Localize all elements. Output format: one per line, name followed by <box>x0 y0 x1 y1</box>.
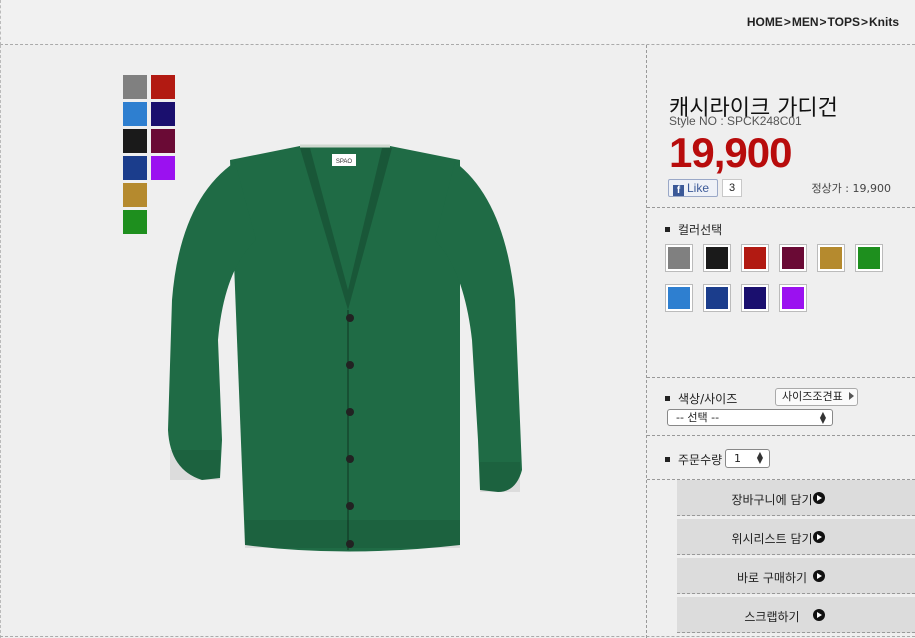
thumb-red[interactable] <box>151 75 175 99</box>
swatch-fill <box>744 247 766 269</box>
purchase-panel: 캐시라이크 가디건 Style NO : SPCK248C01 19,900 f… <box>647 45 915 638</box>
like-label: Like <box>687 181 710 195</box>
arrow-circle-icon <box>813 609 825 621</box>
thumb-navy[interactable] <box>151 102 175 126</box>
add-to-cart-label: 장바구니에 담기 <box>731 493 813 507</box>
swatch-navy[interactable] <box>741 284 769 312</box>
quantity-value: 1 <box>734 452 741 465</box>
arrow-right-icon <box>848 392 854 400</box>
updown-arrows-icon: ▲ ▼ <box>756 450 763 465</box>
swatch-mustard[interactable] <box>817 244 845 272</box>
breadcrumb: HOME>MEN>TOPS>Knits <box>747 15 899 29</box>
thumb-sky-blue[interactable] <box>123 102 147 126</box>
bullet-icon <box>665 396 670 401</box>
divider <box>647 435 915 436</box>
size-guide-label: 사이즈조견표 <box>782 390 843 403</box>
swatch-fill <box>706 247 728 269</box>
arrow-circle-icon <box>813 531 825 543</box>
select-value: -- 선택 -- <box>676 411 720 424</box>
swatch-green[interactable] <box>855 244 883 272</box>
like-count: 3 <box>722 179 742 197</box>
swatch-fill <box>668 247 690 269</box>
breadcrumb-knits[interactable]: Knits <box>869 15 899 29</box>
color-select-heading: 컬러선택 <box>665 221 722 238</box>
svg-text:SPAO: SPAO <box>336 159 353 165</box>
divider <box>647 377 915 378</box>
style-number: Style NO : SPCK248C01 <box>669 114 802 128</box>
color-size-select[interactable]: -- 선택 -- ▲ ▼ <box>667 409 833 426</box>
thumb-green[interactable] <box>123 210 147 234</box>
arrow-circle-icon <box>813 570 825 582</box>
swatch-blue[interactable] <box>703 284 731 312</box>
swatch-fill <box>668 287 690 309</box>
color-size-heading: 색상/사이즈 <box>665 390 737 407</box>
breadcrumb-separator: > <box>860 15 868 29</box>
breadcrumb-men[interactable]: MEN <box>792 15 819 29</box>
bullet-icon <box>665 457 670 462</box>
quantity-heading: 주문수량 <box>665 451 722 468</box>
divider <box>647 207 915 208</box>
color-size-label: 색상/사이즈 <box>678 392 738 406</box>
color-select-label: 컬러선택 <box>678 223 723 237</box>
swatch-fill <box>858 247 880 269</box>
breadcrumb-tops[interactable]: TOPS <box>828 15 860 29</box>
product-image: SPAO <box>168 144 522 552</box>
buy-now-button[interactable]: 바로 구매하기 <box>677 558 915 594</box>
swatch-red[interactable] <box>741 244 769 272</box>
add-to-wishlist-button[interactable]: 위시리스트 담기 <box>677 519 915 555</box>
breadcrumb-separator: > <box>819 15 827 29</box>
swatch-sky-blue[interactable] <box>665 284 693 312</box>
swatch-wine[interactable] <box>779 244 807 272</box>
swatch-black[interactable] <box>703 244 731 272</box>
swatch-purple[interactable] <box>779 284 807 312</box>
swatch-fill <box>706 287 728 309</box>
thumb-black[interactable] <box>123 129 147 153</box>
scrap-label: 스크랩하기 <box>744 610 800 624</box>
size-guide-button[interactable]: 사이즈조견표 <box>775 388 858 406</box>
breadcrumb-separator: > <box>783 15 791 29</box>
breadcrumb-home[interactable]: HOME <box>747 15 783 29</box>
facebook-icon: f <box>673 185 684 196</box>
swatch-fill <box>782 287 804 309</box>
thumb-blue[interactable] <box>123 156 147 180</box>
add-to-cart-button[interactable]: 장바구니에 담기 <box>677 480 915 516</box>
thumb-mustard[interactable] <box>123 183 147 207</box>
arrow-circle-icon <box>813 492 825 504</box>
swatch-gray[interactable] <box>665 244 693 272</box>
swatch-fill <box>782 247 804 269</box>
original-price: 정상가 : 19,900 <box>811 182 891 195</box>
swatch-fill <box>744 287 766 309</box>
top-bar: HOME>MEN>TOPS>Knits <box>0 0 915 45</box>
swatch-fill <box>820 247 842 269</box>
add-to-wishlist-label: 위시리스트 담기 <box>731 532 813 546</box>
quantity-select[interactable]: 1 ▲ ▼ <box>725 449 770 468</box>
facebook-like-button[interactable]: f Like <box>668 179 718 197</box>
scrap-button[interactable]: 스크랩하기 <box>677 597 915 633</box>
quantity-label: 주문수량 <box>678 453 723 467</box>
cardigan-illustration: SPAO <box>168 144 522 552</box>
frame-border-bottom <box>0 636 915 637</box>
updown-arrows-icon: ▲ ▼ <box>819 410 826 425</box>
bullet-icon <box>665 227 670 232</box>
buy-now-label: 바로 구매하기 <box>736 571 808 585</box>
thumb-gray[interactable] <box>123 75 147 99</box>
product-price: 19,900 <box>669 129 792 176</box>
frame-border-left <box>0 45 2 638</box>
